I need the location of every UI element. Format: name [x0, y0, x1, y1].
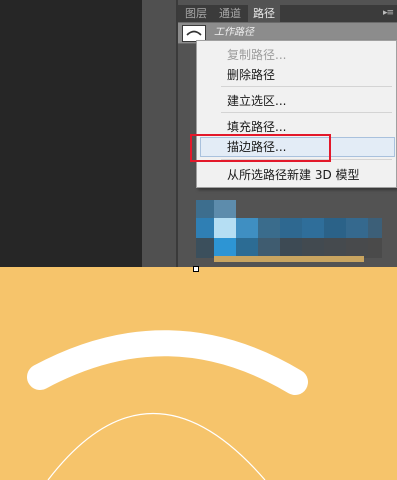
- menu-item-fill-path[interactable]: 填充路径...: [227, 119, 286, 135]
- menu-separator: [221, 112, 392, 113]
- path-anchor-point[interactable]: [193, 266, 199, 272]
- annotation-highlight-box: [190, 134, 331, 162]
- thin-arc-path: [47, 412, 266, 480]
- panel-tab-bar: 图层 通道 路径 ▸≡: [178, 5, 397, 22]
- menu-item-delete-path[interactable]: 删除路径: [227, 67, 275, 83]
- panel-dock-strip: [142, 0, 178, 267]
- path-context-menu: 复制路径... 删除路径 建立选区... 填充路径... 描边路径... 从所选…: [196, 40, 397, 188]
- blurred-panel-content: [196, 200, 382, 262]
- menu-item-new-3d-from-path[interactable]: 从所选路径新建 3D 模型: [227, 167, 360, 183]
- menu-item-make-selection[interactable]: 建立选区...: [227, 93, 286, 109]
- tab-channels[interactable]: 通道: [214, 5, 246, 22]
- panel-menu-icon[interactable]: ▸≡: [383, 5, 394, 22]
- stroked-eyebrow-path: [27, 330, 308, 395]
- menu-item-duplicate-path[interactable]: 复制路径...: [227, 47, 286, 63]
- document-canvas: [0, 267, 397, 480]
- tab-paths[interactable]: 路径: [248, 5, 280, 22]
- workspace-dark-area: [0, 0, 142, 267]
- tab-layers[interactable]: 图层: [180, 5, 212, 22]
- menu-separator: [221, 86, 392, 87]
